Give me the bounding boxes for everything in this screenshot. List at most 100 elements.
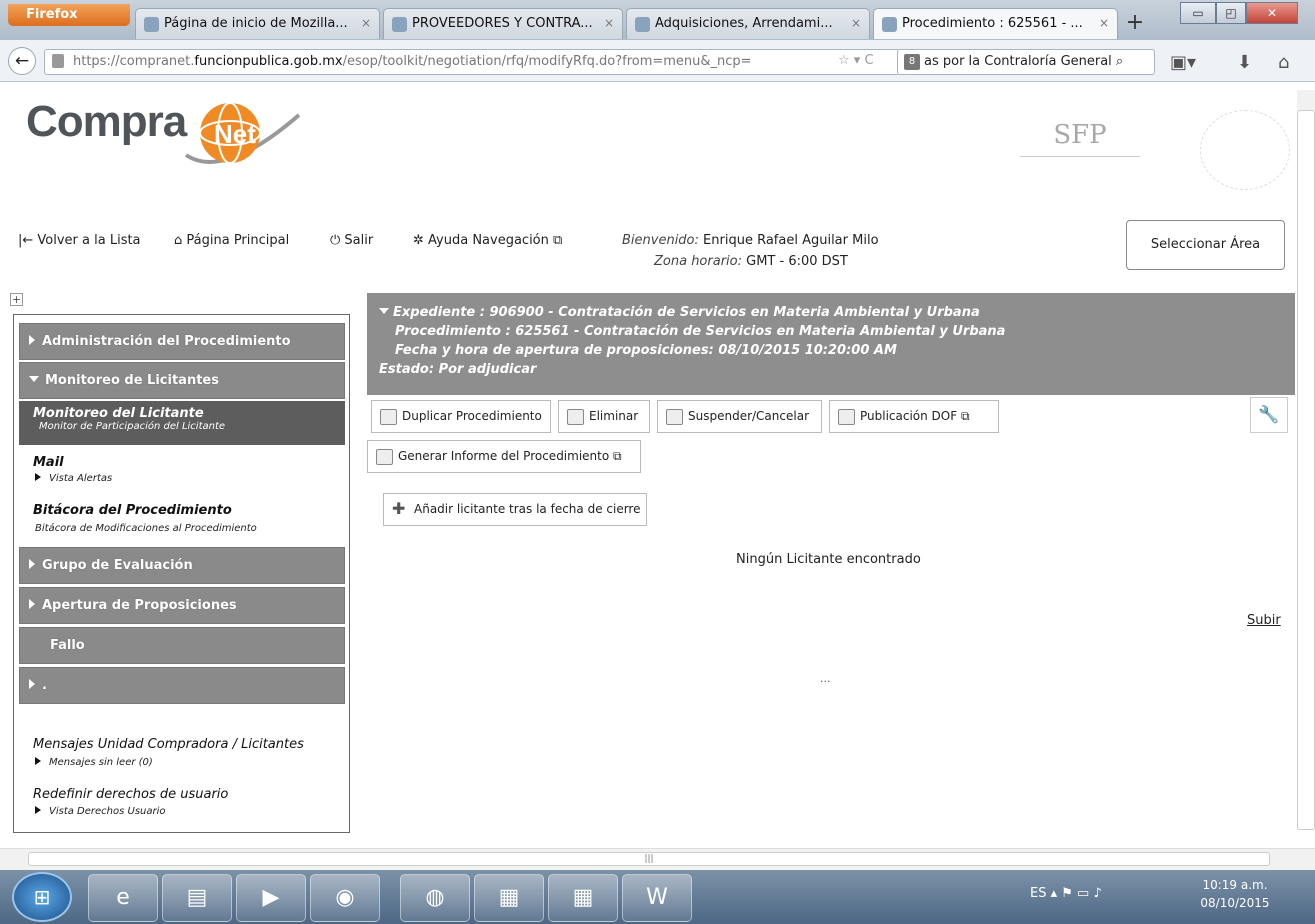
svg-text:Net: Net bbox=[214, 119, 256, 149]
sidebar-item-log[interactable]: Bitácora del Procedimiento bbox=[33, 503, 232, 518]
printer-icon bbox=[376, 449, 393, 465]
expand-icon[interactable]: + bbox=[10, 293, 23, 306]
sidebar-item-messages[interactable]: Mensajes Unidad Compradora / Licitantes bbox=[33, 737, 304, 752]
compranet-globe-logo: Net bbox=[184, 102, 301, 164]
triangle-right-icon bbox=[35, 757, 41, 765]
reload-icon[interactable]: ☆ ▾ C bbox=[838, 53, 874, 68]
new-tab-button[interactable]: + bbox=[1120, 10, 1150, 38]
external-link-icon: ⧉ bbox=[548, 233, 563, 248]
delete-button[interactable]: Eliminar bbox=[558, 400, 650, 433]
back-to-list-link[interactable]: |← Volver a la Lista bbox=[18, 233, 141, 248]
internet-explorer-icon[interactable]: e bbox=[88, 874, 158, 922]
gear-icon: ✲ bbox=[413, 233, 429, 248]
sidebar-ruling[interactable]: Fallo bbox=[19, 627, 345, 664]
gpu-monitor-icon[interactable]: ▦ bbox=[548, 874, 618, 922]
browser-tab-active[interactable]: Procedimiento : 625561 - ... × bbox=[873, 8, 1118, 39]
home-icon: ⌂ bbox=[174, 233, 187, 248]
bookmarks-icon[interactable]: ▣▾ bbox=[1170, 52, 1196, 73]
close-icon[interactable]: × bbox=[604, 16, 614, 30]
sidebar-item-mail[interactable]: Mail bbox=[33, 455, 64, 470]
triangle-right-icon bbox=[35, 473, 41, 481]
close-icon[interactable]: × bbox=[1099, 16, 1109, 30]
delete-icon bbox=[567, 409, 584, 425]
timezone-text: Zona horario: GMT - 6:00 DST bbox=[654, 254, 848, 269]
power-icon: ⏻ bbox=[330, 233, 345, 248]
close-icon[interactable]: × bbox=[851, 16, 861, 30]
firefox-icon[interactable]: ◍ bbox=[400, 874, 470, 922]
sidebar-admin-procedure[interactable]: Administración del Procedimiento bbox=[19, 323, 345, 360]
browser-tab[interactable]: Página de inicio de Mozilla... × bbox=[135, 8, 380, 39]
generate-report-button[interactable]: Generar Informe del Procedimiento ⧉ bbox=[367, 440, 641, 473]
loading-favicon-icon bbox=[882, 17, 897, 32]
suspend-icon bbox=[666, 409, 683, 425]
publish-dof-button[interactable]: Publicación DOF ⧉ bbox=[829, 400, 999, 433]
select-area-button[interactable]: Seleccionar Área bbox=[1126, 220, 1285, 270]
publish-icon bbox=[838, 409, 855, 425]
sidebar-dot-item[interactable]: . bbox=[19, 667, 345, 704]
duplicate-icon bbox=[380, 409, 397, 425]
add-bidder-button[interactable]: ✚ Añadir licitante tras la fecha de cierr… bbox=[383, 493, 647, 526]
language-indicator[interactable]: ES bbox=[1030, 886, 1046, 901]
triangle-right-icon bbox=[29, 679, 35, 689]
banner-expediente[interactable]: Expediente : 906900 - Contratación de Se… bbox=[379, 303, 1295, 322]
sidebar-item-rights[interactable]: Redefinir derechos de usuario bbox=[33, 787, 228, 802]
procedure-banner: Expediente : 906900 - Contratación de Se… bbox=[367, 293, 1295, 395]
sfp-logo: SFP bbox=[1053, 120, 1107, 150]
external-link-icon: ⧉ bbox=[960, 409, 970, 423]
sidebar-opening[interactable]: Apertura de Proposiciones bbox=[19, 587, 345, 624]
banner-status: Estado: Por adjudicar bbox=[379, 362, 537, 377]
browser-tab[interactable]: Adquisiciones, Arrendami... × bbox=[626, 8, 870, 39]
triangle-right-icon bbox=[29, 335, 35, 345]
search-engine-icon[interactable]: 8 bbox=[904, 54, 920, 70]
external-link-icon: ⧉ bbox=[613, 449, 622, 463]
sidebar-link-log-changes[interactable]: Bitácora de Modificaciones al Procedimie… bbox=[35, 523, 257, 534]
sidebar-link-rights[interactable]: Vista Derechos Usuario bbox=[35, 806, 166, 817]
banner-procedimiento: Procedimiento : 625561 - Contratación de… bbox=[395, 324, 1006, 339]
triangle-right-icon bbox=[29, 599, 35, 609]
main-page-link[interactable]: ⌂ Página Principal bbox=[174, 233, 289, 248]
file-explorer-icon[interactable]: ▤ bbox=[162, 874, 232, 922]
empty-results-message: Ningún Licitante encontrado bbox=[736, 552, 921, 567]
close-window-button[interactable]: ✕ bbox=[1246, 2, 1298, 24]
duplicate-procedure-button[interactable]: Duplicar Procedimiento bbox=[371, 400, 551, 433]
triangle-right-icon bbox=[35, 806, 41, 814]
sidebar-bidder-monitoring[interactable]: Monitoreo de Licitantes bbox=[19, 362, 345, 399]
firefox-menu-button[interactable]: Firefox bbox=[8, 4, 130, 26]
windows-start-icon[interactable]: ⊞ bbox=[12, 872, 72, 922]
taskbar-clock[interactable]: 10:19 a.m. 08/10/2015 bbox=[1200, 876, 1270, 912]
sidebar-eval-group[interactable]: Grupo de Evaluación bbox=[19, 547, 345, 584]
sidebar: Administración del Procedimiento Monitor… bbox=[13, 314, 350, 833]
back-button[interactable]: ← bbox=[8, 47, 36, 75]
suspend-cancel-button[interactable]: Suspender/Cancelar bbox=[657, 400, 822, 433]
sidebar-link-alerts[interactable]: Vista Alertas bbox=[35, 473, 112, 484]
page-favicon-icon bbox=[635, 17, 650, 32]
horizontal-scroll-thumb[interactable]: ||| bbox=[28, 852, 1270, 866]
sfp-subtitle bbox=[1020, 156, 1140, 174]
browser-tab[interactable]: PROVEEDORES Y CONTRA... × bbox=[383, 8, 623, 39]
scroll-up-link[interactable]: Subir bbox=[1247, 613, 1281, 628]
media-player-icon[interactable]: ▶ bbox=[236, 874, 306, 922]
exit-link[interactable]: ⏻ Salir bbox=[330, 233, 373, 248]
minimize-button[interactable]: ▭ bbox=[1180, 2, 1216, 24]
wrench-icon[interactable]: 🔧 bbox=[1250, 397, 1288, 433]
sidebar-item-bidder-monitor[interactable]: Monitoreo del Licitante Monitor de Partic… bbox=[19, 401, 345, 445]
home-icon[interactable]: ⌂ bbox=[1278, 52, 1289, 73]
document-favicon-icon bbox=[392, 17, 407, 32]
ellipsis-text: ... bbox=[820, 672, 831, 685]
search-input[interactable]: 8 as por la Contraloría General ⌕ bbox=[897, 49, 1155, 75]
word-icon[interactable]: W bbox=[622, 874, 692, 922]
sidebar-link-unread[interactable]: Mensajes sin leer (0) bbox=[35, 757, 153, 768]
maximize-button[interactable]: ◰ bbox=[1216, 2, 1246, 24]
download-icon[interactable]: ⬇ bbox=[1237, 52, 1252, 73]
help-link[interactable]: ✲ Ayuda Navegación ⧉ bbox=[413, 233, 562, 248]
system-tray: ES ▴ ⚑ ▭ ♪ bbox=[1030, 886, 1102, 901]
compranet-logo[interactable]: Compra bbox=[26, 97, 187, 147]
gpu-z-icon[interactable]: ▦ bbox=[474, 874, 544, 922]
close-icon[interactable]: × bbox=[361, 16, 371, 30]
url-bar[interactable]: https://compranet.funcionpublica.gob.mx/… bbox=[44, 49, 900, 75]
back-arrow-icon: |← bbox=[18, 233, 38, 248]
triangle-right-icon bbox=[29, 559, 35, 569]
vertical-scroll-thumb[interactable] bbox=[1297, 110, 1315, 830]
add-icon: ✚ bbox=[392, 499, 406, 518]
chrome-icon[interactable]: ◉ bbox=[310, 874, 380, 922]
